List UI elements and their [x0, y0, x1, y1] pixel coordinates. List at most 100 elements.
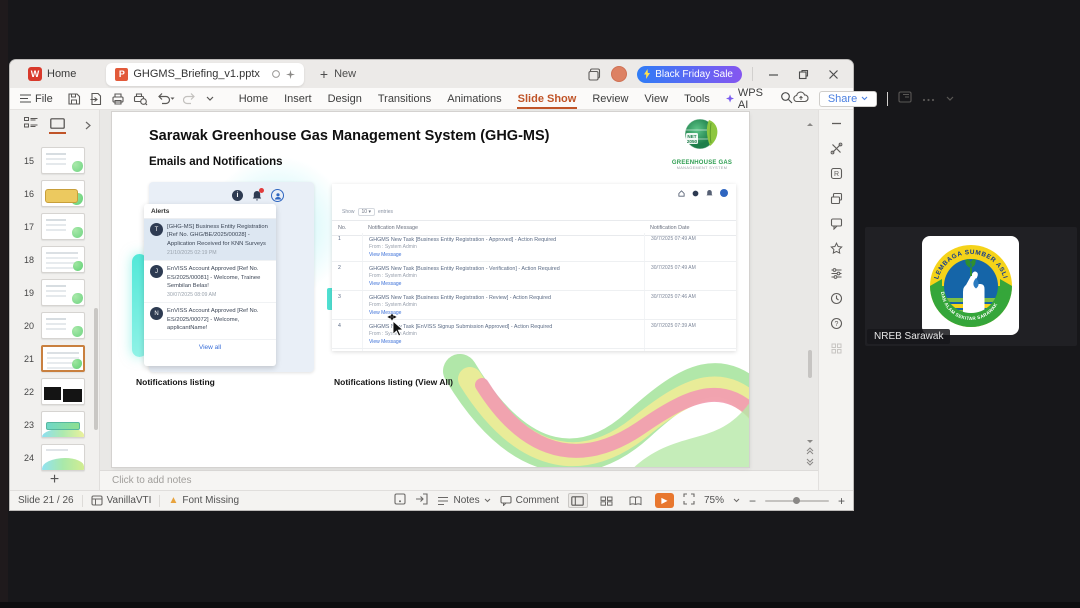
menu-item[interactable]: Transitions [370, 91, 439, 107]
zoom-slider-knob[interactable] [792, 496, 800, 504]
slide-thumbnail[interactable]: 21 [10, 342, 99, 375]
slide-pane-toggle-button[interactable] [394, 493, 407, 508]
fullscreen-button[interactable] [683, 493, 695, 508]
slide-thumbnail[interactable]: 18 [10, 243, 99, 276]
menu-item[interactable]: View [636, 91, 676, 107]
tab-list-icon[interactable] [588, 67, 601, 81]
scroll-up-arrow[interactable] [806, 114, 814, 132]
menu-item[interactable]: Review [584, 91, 636, 107]
slide-canvas[interactable]: Sarawak Greenhouse Gas Management System… [112, 112, 749, 467]
ribbon-search-button[interactable] [780, 91, 793, 107]
zoom-out-button[interactable]: − [749, 494, 756, 508]
entries-select[interactable]: 10 ▾ [357, 208, 375, 216]
view-all-link[interactable]: View all [144, 340, 276, 354]
more-options-button[interactable] [922, 93, 935, 105]
collapse-sidebar-button[interactable] [830, 117, 843, 130]
task-window-button[interactable] [898, 91, 912, 106]
zoom-slider[interactable] [764, 495, 829, 507]
slide-thumbnail[interactable]: 24 [10, 441, 99, 474]
tab-home[interactable]: W Home [16, 60, 88, 88]
resume-assistant-button[interactable]: R [830, 167, 843, 180]
font-missing-warning[interactable]: ▲ Font Missing [168, 495, 239, 506]
menu-item[interactable]: Slide Show [510, 91, 585, 109]
caption-notifications-listing-viewall: Notifications listing (View All) [334, 377, 454, 387]
view-message-link[interactable]: View Message [369, 252, 638, 260]
restore-button[interactable] [793, 64, 813, 84]
slide-thumbnail[interactable]: 19 [10, 276, 99, 309]
shapes-layers-button[interactable] [830, 192, 843, 205]
theme-indicator[interactable]: VanillaVTI [91, 495, 151, 506]
view-message-link[interactable]: View Message [369, 310, 638, 318]
lightning-icon [644, 69, 651, 79]
thumbnail-scrollbar[interactable] [94, 308, 98, 430]
output-as-pdf-button[interactable] [89, 92, 103, 106]
slide-view-button[interactable] [49, 117, 66, 134]
alerts-header: Alerts [144, 204, 276, 219]
share-button[interactable]: Share [818, 90, 878, 107]
next-slide-button[interactable] [806, 458, 814, 466]
apps-grid-button[interactable] [830, 342, 843, 355]
scroll-down-arrow[interactable] [806, 439, 814, 444]
menu-item[interactable]: Tools [676, 91, 718, 107]
star-resources-button[interactable] [829, 242, 843, 255]
minimize-button[interactable] [763, 64, 783, 84]
settings-sliders-button[interactable] [830, 267, 843, 280]
svg-text:R: R [833, 171, 838, 178]
cloud-sync-button[interactable] [793, 91, 809, 106]
alert-item[interactable]: N EnVISS Account Approved [Ref No. ES/20… [144, 303, 276, 340]
slide-thumbnail[interactable]: 23 [10, 408, 99, 441]
thumbnail-panel-header [10, 110, 99, 136]
undo-button[interactable] [156, 92, 175, 105]
jump-to-slide-button[interactable] [415, 493, 429, 508]
menu-item[interactable]: Insert [276, 91, 320, 107]
zoom-percentage[interactable]: 75% [704, 495, 724, 506]
slideshow-play-button[interactable]: ▶ [654, 493, 674, 508]
slide-thumbnail[interactable]: 16 [10, 177, 99, 210]
menu-item[interactable]: Animations [439, 91, 509, 107]
document-scrollbar[interactable] [806, 112, 815, 468]
outline-view-button[interactable] [24, 117, 38, 129]
history-clock-button[interactable] [830, 292, 843, 305]
participant-video-tile[interactable]: LEMBAGA SUMBER ASLI DAN ALAM SEKITAR SAR… [865, 227, 1077, 346]
add-slide-button[interactable]: + [10, 472, 99, 488]
scrollbar-thumb[interactable] [808, 350, 812, 378]
normal-view-button[interactable] [567, 493, 588, 508]
alert-item[interactable]: J EnVISS Account Approved [Ref No. ES/20… [144, 261, 276, 304]
notes-toggle-button[interactable]: Notes [437, 495, 490, 506]
user-avatar[interactable] [611, 66, 628, 82]
print-button[interactable] [111, 92, 125, 106]
slide-sorter-view-button[interactable] [597, 493, 617, 508]
collapse-ribbon-button[interactable] [945, 93, 955, 105]
comment-panel-button[interactable] [830, 217, 843, 230]
previous-slide-button[interactable] [806, 447, 814, 455]
menu-item[interactable]: Home [231, 91, 276, 107]
customize-toolbar-chevron[interactable] [205, 95, 215, 102]
doc-modified-icon[interactable] [285, 69, 295, 79]
view-message-link[interactable]: View Message [369, 339, 638, 347]
tab-document[interactable]: P GHGMS_Briefing_v1.pptx [106, 62, 304, 86]
slide-thumbnail[interactable]: 20 [10, 309, 99, 342]
wps-ai-button[interactable]: WPS AI [718, 87, 774, 111]
file-menu-button[interactable]: File [20, 93, 53, 105]
new-tab-button[interactable]: + New [320, 67, 356, 81]
zoom-preset-chevron[interactable] [733, 495, 740, 506]
reading-view-button[interactable] [626, 493, 646, 508]
save-button[interactable] [67, 92, 81, 106]
view-message-link[interactable]: View Message [369, 281, 638, 289]
comment-button[interactable]: Comment [500, 495, 559, 506]
notes-pane[interactable]: Click to add notes [100, 470, 818, 490]
slide-thumbnail[interactable]: 22 [10, 375, 99, 408]
alert-item[interactable]: T [GHG-MS] Business Entity Registration … [144, 219, 276, 262]
print-preview-button[interactable] [133, 92, 148, 106]
slide-thumbnail[interactable]: 15 [10, 144, 99, 177]
close-button[interactable] [823, 64, 843, 84]
redo-button[interactable] [182, 92, 197, 105]
help-button[interactable]: ? [830, 317, 843, 330]
menu-item[interactable]: Design [320, 91, 370, 107]
collapse-panel-chevron[interactable] [85, 117, 91, 135]
show-entries-control[interactable]: Show 10 ▾ entries [342, 208, 393, 216]
tools-button[interactable] [830, 142, 843, 155]
slide-thumbnail[interactable]: 17 [10, 210, 99, 243]
zoom-in-button[interactable]: + [838, 494, 845, 508]
black-friday-sale-button[interactable]: Black Friday Sale [637, 65, 742, 83]
